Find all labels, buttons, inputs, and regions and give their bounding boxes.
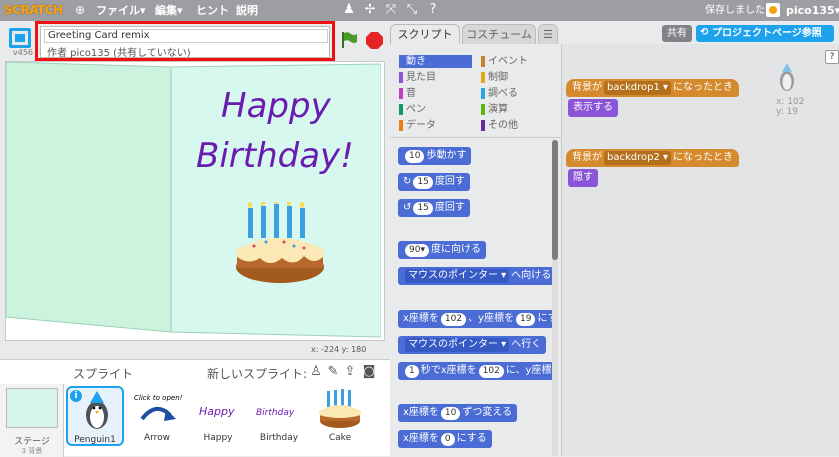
- block-turn-right[interactable]: ↻ 15 度回す: [398, 173, 470, 191]
- category-motion[interactable]: 動き: [399, 55, 472, 68]
- arrow-sprite-image: Click to open!: [134, 394, 182, 421]
- user-avatar-icon[interactable]: [766, 3, 780, 17]
- project-page-button[interactable]: ⟲ プロジェクトページ参照: [696, 25, 834, 42]
- birthday-sprite-image: Birthday: [256, 408, 295, 418]
- category-data[interactable]: データ: [399, 119, 472, 132]
- menu-edit[interactable]: 編集▾: [155, 0, 183, 21]
- block-goto-xy[interactable]: x座標を 102 、y座標を 19 にす: [398, 310, 554, 328]
- happy-caption: Happy: [199, 405, 235, 418]
- menu-file[interactable]: ファイル▾: [96, 0, 146, 21]
- new-sprite-label: 新しいスプライト:: [207, 367, 308, 381]
- save-status: 保存しました: [705, 5, 765, 16]
- green-flag-icon[interactable]: [340, 31, 358, 49]
- block-glide[interactable]: 1秒でx座標を102に、y座標を: [398, 362, 554, 380]
- highlight-box: [35, 21, 335, 61]
- tab-scripts[interactable]: スクリプト: [390, 24, 460, 44]
- scratch-logo[interactable]: SCRATCH: [4, 2, 63, 19]
- category-list: 動き 見た目 音 ペン データ イベント 制御 調べる 演算 その他: [390, 44, 562, 138]
- rotate-right-icon: ↻: [403, 176, 412, 187]
- block-goto[interactable]: マウスのポインター ▾ へ行く: [398, 336, 547, 354]
- menu-about[interactable]: 説明: [236, 0, 258, 21]
- sprite-y-position: y: 19: [776, 107, 799, 117]
- birthday-caption: Birthday: [256, 408, 295, 418]
- stop-button[interactable]: [366, 32, 383, 49]
- cake-sprite-image: [319, 389, 361, 428]
- rotate-left-icon: ↺: [403, 202, 412, 213]
- cut-icon[interactable]: ✢: [362, 2, 378, 18]
- tab-costumes[interactable]: コスチューム: [462, 24, 536, 44]
- category-control[interactable]: 制御: [481, 71, 554, 84]
- sprites-heading: スプライト: [73, 367, 134, 381]
- sprite-name-arrow: Arrow: [143, 433, 171, 443]
- block-set-x[interactable]: x座標を 0 にする: [398, 430, 492, 448]
- stage-selector[interactable]: ステージ 3 背景: [0, 384, 64, 457]
- category-pen[interactable]: ペン: [399, 103, 472, 116]
- sprite-thumb-happy[interactable]: Happy Happy: [189, 386, 247, 446]
- category-events[interactable]: イベント: [481, 55, 554, 68]
- top-menu-bar: SCRATCH ⊕ ファイル▾ 編集▾ ヒント 説明 ♟ ✢ ⤧ ⤡ ? 保存し…: [0, 0, 839, 21]
- sprite-name-happy: Happy: [203, 433, 233, 443]
- camera-icon[interactable]: ◙: [362, 365, 376, 379]
- paint-brush-icon[interactable]: ✎: [326, 365, 340, 379]
- block-point-towards[interactable]: マウスのポインター ▾ へ向ける: [398, 267, 557, 285]
- block-turn-left[interactable]: ↺ 15 度回す: [398, 199, 470, 217]
- category-operators[interactable]: 演算: [481, 103, 554, 116]
- upload-icon[interactable]: ⇪: [343, 365, 357, 379]
- speaker-icon: ☰: [543, 28, 553, 41]
- sprite-thumb-arrow[interactable]: Click to open! Arrow: [128, 386, 186, 446]
- duplicate-stamp-icon[interactable]: ♟: [341, 2, 357, 18]
- sprite-thumb-cake[interactable]: Cake: [311, 386, 369, 446]
- script-when-backdrop2[interactable]: 背景が backdrop2 ▾ になったとき: [566, 149, 740, 167]
- sync-icon: ⟲: [700, 27, 709, 38]
- script-when-backdrop1[interactable]: 背景が backdrop1 ▾ になったとき: [566, 79, 740, 97]
- card-birthday-text: Birthday!: [196, 136, 354, 176]
- category-sound[interactable]: 音: [399, 87, 472, 100]
- stage-canvas[interactable]: Happy Birthday!: [5, 61, 385, 341]
- sprite-library-icon[interactable]: ♙: [309, 365, 323, 379]
- block-point-direction[interactable]: 90▾ 度に向ける: [398, 241, 486, 259]
- mouse-coordinates: x: -224 y: 180: [311, 345, 367, 354]
- sprite-name-penguin1: Penguin1: [74, 435, 116, 445]
- sprite-name-birthday: Birthday: [259, 433, 299, 443]
- palette-scrollbar[interactable]: [552, 140, 558, 456]
- sprite-pane: ステージ 3 背景 スプライト 新しいスプライト: ♙ ✎ ⇪ ◙ i Peng…: [0, 359, 390, 457]
- sprite-name-cake: Cake: [328, 433, 352, 443]
- script-hide-block[interactable]: 隠す: [568, 169, 598, 187]
- arrow-caption: Click to open!: [134, 394, 182, 402]
- grow-icon[interactable]: ⤧: [383, 2, 399, 18]
- username-menu[interactable]: pico135▾: [786, 0, 839, 21]
- sprite-thumb-birthday[interactable]: Birthday Birthday: [250, 386, 308, 446]
- script-show-block[interactable]: 表示する: [568, 99, 618, 117]
- tab-sounds[interactable]: ☰: [538, 24, 558, 44]
- block-move-steps[interactable]: 10 歩動かす: [398, 147, 472, 165]
- block-change-x[interactable]: x座標を 10 ずつ変える: [398, 404, 518, 422]
- category-looks[interactable]: 見た目: [399, 71, 472, 84]
- stage-backdrop-count: 3 背景: [21, 447, 43, 455]
- stage-thumbnail[interactable]: [6, 388, 58, 428]
- share-button[interactable]: 共有: [662, 25, 692, 42]
- happy-sprite-image: Happy: [199, 405, 235, 418]
- card-happy-text: Happy: [221, 86, 331, 126]
- palette-scroll-thumb[interactable]: [552, 140, 558, 260]
- category-more[interactable]: その他: [481, 119, 554, 132]
- help-icon[interactable]: ?: [425, 2, 441, 18]
- current-sprite-icon: [780, 63, 794, 91]
- penguin-sprite-image: [86, 391, 108, 429]
- category-sensing[interactable]: 調べる: [481, 87, 554, 100]
- fullscreen-icon[interactable]: [9, 28, 31, 48]
- sprite-x-position: x: 102: [776, 97, 805, 107]
- shrink-icon[interactable]: ⤡: [404, 2, 420, 18]
- globe-icon[interactable]: ⊕: [72, 2, 88, 18]
- sprite-thumb-penguin1[interactable]: i Penguin1: [66, 386, 124, 446]
- version-label: v456: [13, 48, 34, 57]
- block-palette: 動き 見た目 音 ペン データ イベント 制御 調べる 演算 その他 10 歩動か…: [390, 44, 562, 456]
- menu-tips[interactable]: ヒント: [196, 0, 229, 21]
- help-button[interactable]: ?: [825, 50, 839, 64]
- cake-image: [236, 202, 324, 283]
